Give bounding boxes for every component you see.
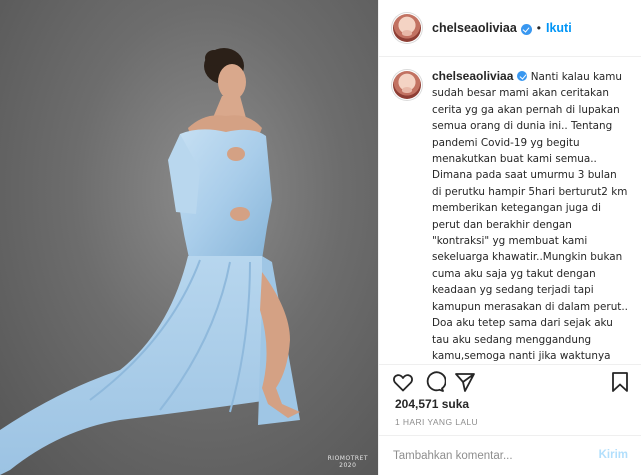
- like-count[interactable]: 204,571 suka: [395, 397, 469, 411]
- verified-badge-icon: [517, 71, 528, 81]
- maternity-photo-illustration: [0, 48, 300, 475]
- share-icon[interactable]: [453, 370, 477, 394]
- bookmark-icon[interactable]: [608, 370, 632, 394]
- action-bar: [379, 364, 641, 396]
- avatar[interactable]: [393, 14, 421, 42]
- post-side-panel: chelseaoliviaa • Ikuti chelseaoliviaa Na…: [378, 0, 641, 475]
- comment-input[interactable]: [393, 445, 593, 467]
- comment-box: Kirim: [379, 435, 641, 475]
- separator-dot: •: [536, 21, 541, 35]
- caption-text: Nanti kalau kamu sudah besar mami akan c…: [432, 71, 628, 362]
- post-timestamp[interactable]: 1 HARI YANG LALU: [395, 417, 478, 427]
- verified-badge-icon: [520, 23, 532, 35]
- caption-username[interactable]: chelseaoliviaa: [432, 69, 513, 83]
- photo-watermark: RIOMOTRET 2020: [328, 455, 368, 469]
- post-comment-button[interactable]: Kirim: [599, 449, 628, 461]
- watermark-text: RIOMOTRET: [327, 455, 368, 462]
- caption-body: chelseaoliviaa Nanti kalau kamu sudah be…: [432, 69, 628, 364]
- post-photo[interactable]: RIOMOTRET 2020: [0, 0, 378, 475]
- post-header: chelseaoliviaa • Ikuti: [379, 0, 641, 57]
- caption-avatar[interactable]: [393, 71, 421, 99]
- watermark-year: 2020: [339, 462, 357, 469]
- follow-button[interactable]: Ikuti: [546, 21, 572, 35]
- caption: chelseaoliviaa Nanti kalau kamu sudah be…: [379, 57, 641, 364]
- header-username[interactable]: chelseaoliviaa: [432, 21, 517, 35]
- comment-icon[interactable]: [422, 370, 446, 394]
- post-dialog: RIOMOTRET 2020 chelseaoliviaa • Ikuti ch…: [0, 0, 641, 475]
- heart-icon[interactable]: [391, 370, 415, 394]
